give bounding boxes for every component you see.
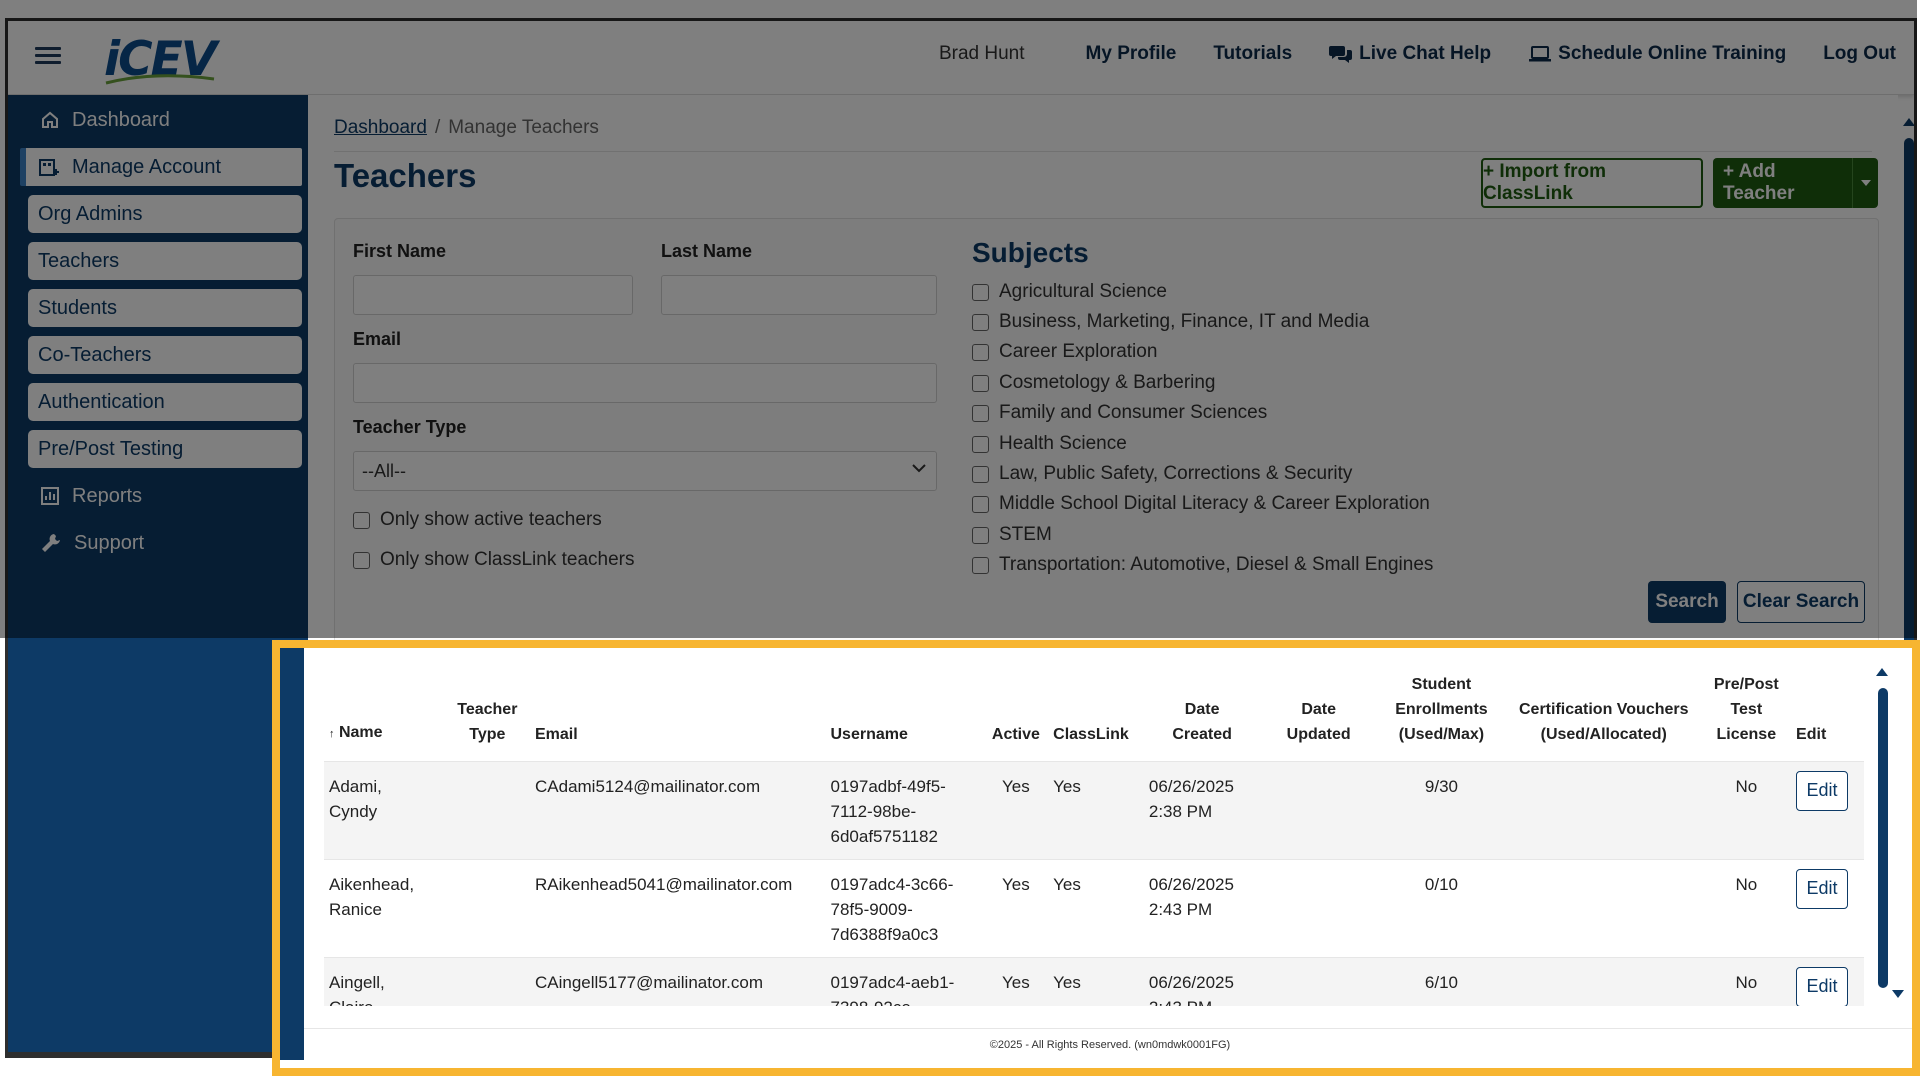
edit-button[interactable]: Edit <box>1796 869 1849 909</box>
header-date-updated[interactable]: Date Updated <box>1260 666 1377 762</box>
cell-active: Yes <box>983 761 1049 860</box>
cell-name: Aingell,Claire <box>324 957 445 1006</box>
header-edit: Edit <box>1796 726 1827 743</box>
cell-vouchers <box>1505 957 1702 1006</box>
header-teacher-type[interactable]: Teacher Type <box>445 666 530 762</box>
dim-overlay <box>0 0 1917 638</box>
cell-username: 0197adc4-aeb1-7398-92ce- <box>825 957 984 1006</box>
cell-vouchers <box>1505 761 1702 860</box>
cell-license: No <box>1735 875 1758 894</box>
cell-enrollments: 9/30 <box>1376 761 1506 860</box>
cell-active: Yes <box>1002 875 1030 894</box>
cell-classlink: Yes <box>1053 875 1081 894</box>
header-classlink[interactable]: ClassLink <box>1048 666 1144 762</box>
cell-date-updated <box>1260 860 1377 958</box>
cell-name: Aikenhead, Ranice <box>329 875 415 919</box>
table-row: Adami, Cyndy CAdami5124@mailinator.com 01… <box>324 761 1864 860</box>
cell-vouchers <box>1506 860 1702 958</box>
cell-active: Yes <box>983 957 1049 1006</box>
header-enrollments[interactable]: Student Enrollments (Used/Max) <box>1377 666 1506 762</box>
sort-arrow-icon: ↑ <box>329 728 335 740</box>
edit-button[interactable]: Edit <box>1796 771 1849 811</box>
table-row: Aikenhead, Ranice RAikenhead5041@mailinat… <box>324 859 1864 958</box>
header-email[interactable]: Email <box>530 666 826 762</box>
cell-teacher-type <box>444 957 530 1006</box>
header-active[interactable]: Active <box>984 666 1049 762</box>
cell-name: Adami, Cyndy <box>324 761 445 860</box>
cell-date-created: 06/26/20252:43 PM <box>1148 875 1234 919</box>
cell-date-updated <box>1260 761 1377 860</box>
cell-username: 0197adc4-3c66- 78f5-9009- 7d6388f9a0c3 <box>830 875 954 944</box>
cell-email: CAingell5177@mailinator.com <box>530 957 826 1006</box>
cell-date-created: 06/26/2025 2:38 PM <box>1143 761 1261 860</box>
cell-teacher-type <box>445 860 530 958</box>
scroll-down-icon[interactable] <box>1892 990 1904 998</box>
cell-enrollments: 0/10 <box>1424 875 1458 894</box>
header-username[interactable]: Username <box>826 666 984 762</box>
teachers-table-panel: ↑ Name Teacher Type Email Username Active… <box>276 648 1916 1060</box>
header-date-created[interactable]: Date Created <box>1144 666 1261 762</box>
cell-email: RAikenhead5041@mailinator.com <box>535 875 793 894</box>
header-vouchers[interactable]: Certification Vouchers (Used/Allocated) <box>1506 666 1702 762</box>
cell-date-updated <box>1260 957 1377 1006</box>
table-scrollbar[interactable] <box>1876 668 1888 1008</box>
copyright-footer: ©2025 - All Rights Reserved. (wn0mdwk000… <box>304 1028 1916 1060</box>
teachers-table-scroll[interactable]: ↑ Name Teacher Type Email Username Active… <box>324 666 1864 1006</box>
cell-enrollments: 6/10 <box>1376 957 1506 1006</box>
cell-license: No <box>1701 957 1792 1006</box>
header-license[interactable]: Pre/Post Test License <box>1702 666 1791 762</box>
cell-classlink: Yes <box>1048 761 1144 860</box>
cell-username: 0197adbf-49f5- 7112-98be- 6d0af5751182 <box>825 761 984 860</box>
cell-email: CAdami5124@mailinator.com <box>530 761 826 860</box>
cell-license: No <box>1701 761 1792 860</box>
cell-classlink: Yes <box>1048 957 1144 1006</box>
header-name[interactable]: ↑ Name <box>324 666 445 762</box>
cell-date-created: 06/26/20252:43 PM <box>1143 957 1261 1006</box>
cell-teacher-type <box>444 761 530 860</box>
table-row: Aingell,Claire CAingell5177@mailinator.c… <box>324 957 1864 1006</box>
edit-button[interactable]: Edit <box>1796 967 1849 1006</box>
teachers-table: ↑ Name Teacher Type Email Username Active… <box>324 666 1864 1006</box>
